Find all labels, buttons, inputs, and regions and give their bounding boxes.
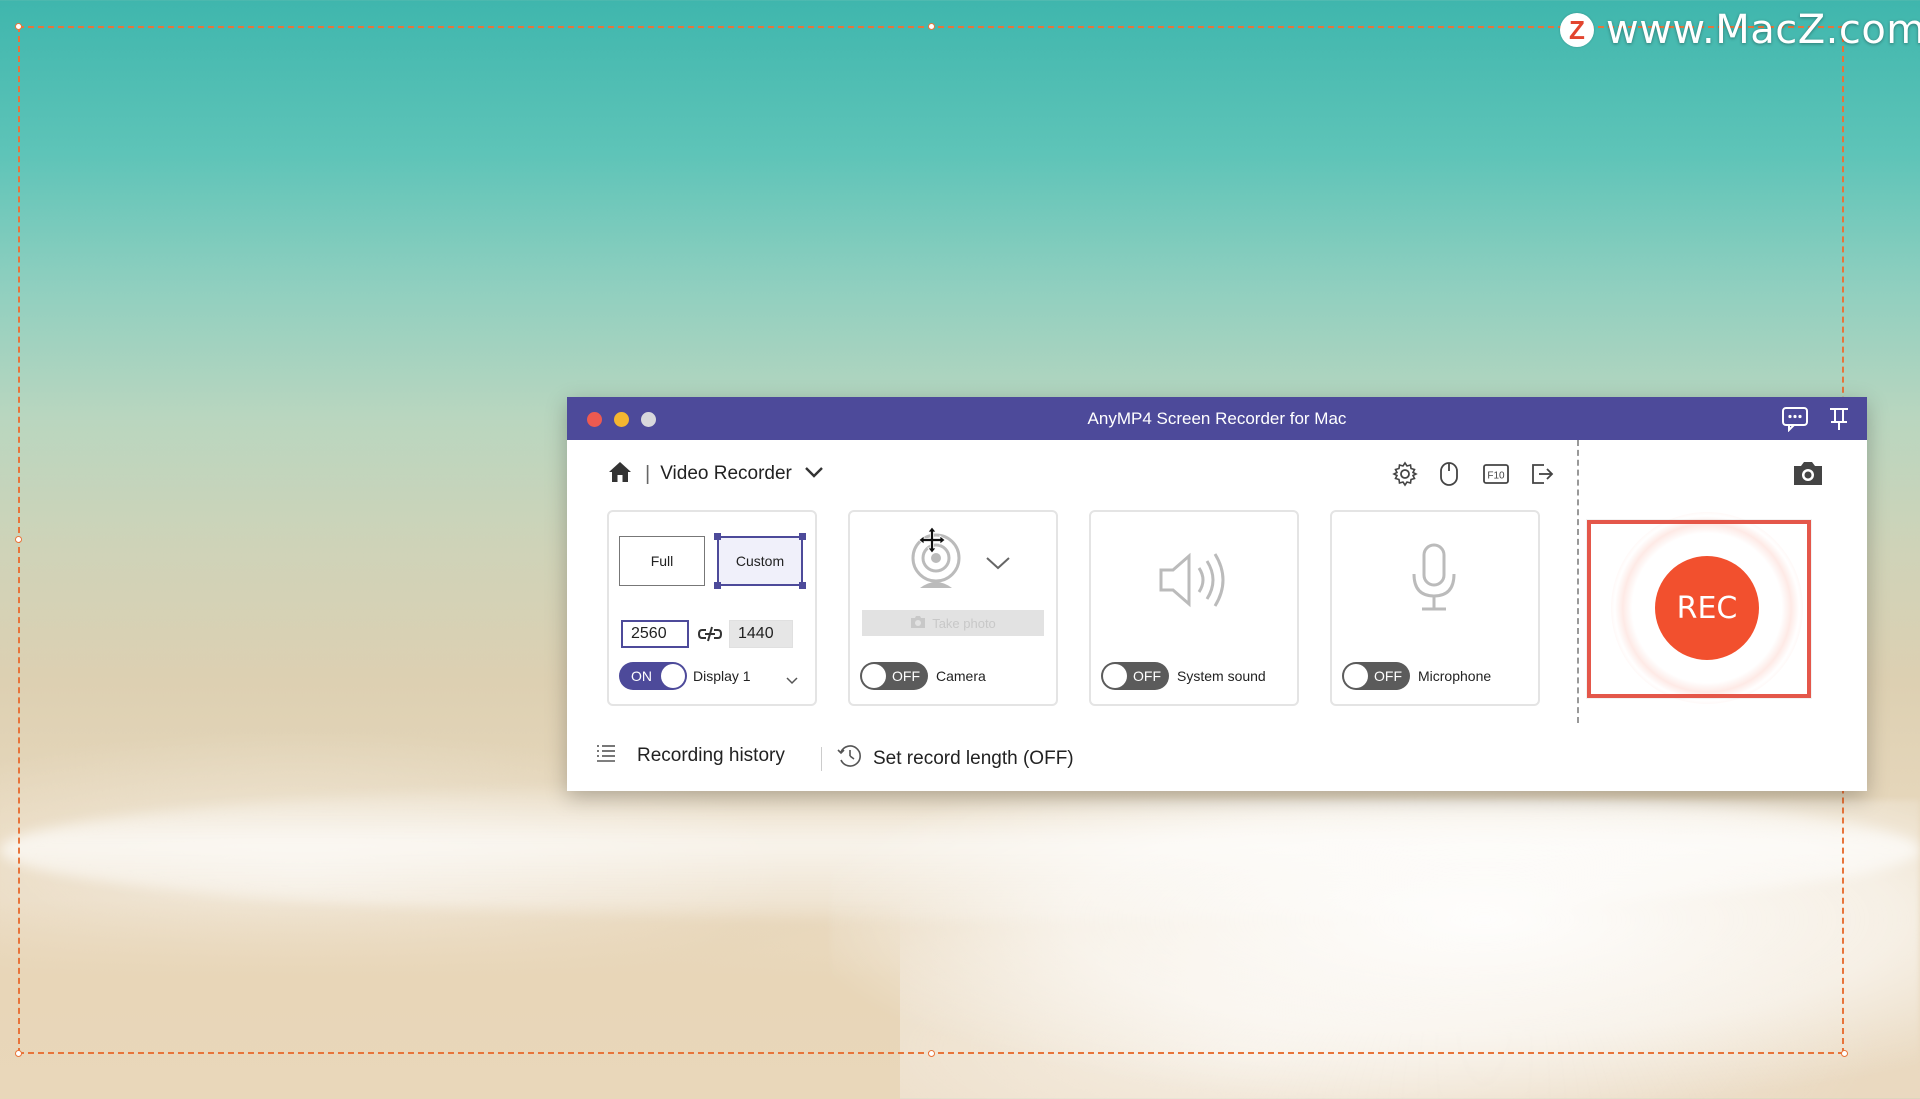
region-handle-top-left[interactable]	[15, 23, 22, 30]
custom-corner-dot	[799, 582, 806, 589]
toggle-knob	[862, 664, 886, 688]
camera-toggle[interactable]: OFF	[860, 662, 928, 690]
height-input[interactable]: 1440	[729, 620, 793, 648]
recording-history-button[interactable]: Recording history	[595, 743, 785, 769]
set-record-length-button[interactable]: Set record length (OFF)	[837, 743, 1074, 775]
toggle-knob	[661, 664, 685, 688]
region-handle-bottom-left[interactable]	[15, 1050, 22, 1057]
custom-label: Custom	[735, 553, 785, 569]
list-icon	[595, 743, 617, 769]
recorder-window: AnyMP4 Screen Recorder for Mac | Video R…	[567, 397, 1867, 791]
recording-history-label: Recording history	[637, 745, 785, 766]
move-cursor-icon	[918, 526, 946, 559]
speaker-icon[interactable]	[1155, 548, 1235, 617]
toggle-knob	[1344, 664, 1368, 688]
watermark: Z www.MacZ.com	[1560, 7, 1920, 53]
chevron-down-icon[interactable]	[804, 465, 824, 484]
mode-selector[interactable]: | Video Recorder	[607, 458, 824, 490]
record-area-card: Full Custom 2560 1440 ON Display 1	[607, 510, 817, 706]
region-handle-bottom-middle[interactable]	[928, 1050, 935, 1057]
width-input[interactable]: 2560	[621, 620, 689, 648]
toggle-knob	[1103, 664, 1127, 688]
system-sound-card: OFF System sound	[1089, 510, 1299, 706]
display-toggle-state: ON	[631, 668, 652, 684]
microphone-toggle-state: OFF	[1374, 668, 1402, 684]
link-ratio-icon[interactable]	[697, 625, 723, 648]
clock-icon	[837, 743, 863, 775]
take-photo-label: Take photo	[932, 615, 996, 631]
system-sound-toggle[interactable]: OFF	[1101, 662, 1169, 690]
title-bar[interactable]: AnyMP4 Screen Recorder for Mac	[567, 397, 1867, 440]
region-handle-bottom-right[interactable]	[1841, 1050, 1848, 1057]
mouse-icon[interactable]	[1434, 458, 1464, 490]
camera-card: Take photo OFF Camera	[848, 510, 1058, 706]
microphone-card: OFF Microphone	[1330, 510, 1540, 706]
microphone-label: Microphone	[1418, 668, 1492, 684]
exit-icon[interactable]	[1527, 458, 1557, 490]
nav-separator: |	[645, 462, 651, 485]
function-key-icon[interactable]: F10	[1481, 458, 1511, 490]
system-sound-toggle-state: OFF	[1133, 668, 1161, 684]
mode-label[interactable]: Video Recorder	[660, 463, 792, 485]
custom-corner-dot	[799, 533, 806, 540]
full-screen-button[interactable]: Full	[619, 536, 705, 586]
watermark-logo: Z	[1560, 13, 1594, 47]
watermark-text: www.MacZ.com	[1606, 7, 1920, 53]
window-title: AnyMP4 Screen Recorder for Mac	[1087, 409, 1347, 428]
microphone-toggle[interactable]: OFF	[1342, 662, 1410, 690]
camera-label: Camera	[936, 668, 986, 684]
microphone-icon[interactable]	[1408, 542, 1460, 619]
system-sound-label: System sound	[1177, 668, 1266, 684]
region-handle-top-middle[interactable]	[928, 23, 935, 30]
bottom-separator	[821, 747, 822, 771]
camera-toggle-state: OFF	[892, 668, 920, 684]
screenshot-camera-icon[interactable]	[1791, 458, 1825, 493]
chat-icon[interactable]	[1781, 406, 1809, 437]
custom-area-button[interactable]: Custom	[717, 536, 803, 586]
take-photo-button[interactable]: Take photo	[862, 610, 1044, 636]
pin-icon[interactable]	[1827, 406, 1851, 437]
custom-corner-dot	[714, 582, 721, 589]
bottom-bar: Recording history Set record length (OFF…	[567, 723, 1867, 791]
photo-camera-icon	[910, 615, 926, 632]
settings-gear-icon[interactable]	[1390, 458, 1420, 490]
svg-text:F10: F10	[1487, 471, 1505, 482]
camera-chevron-down-icon[interactable]	[984, 554, 1012, 577]
rec-button[interactable]: REC	[1655, 556, 1759, 660]
region-handle-middle-left[interactable]	[15, 536, 22, 543]
section-divider	[1577, 440, 1579, 723]
window-content: | Video Recorder F10 Full Custom 2560 14…	[567, 440, 1867, 791]
set-record-length-label: Set record length (OFF)	[873, 748, 1074, 769]
rec-highlight-box: REC	[1587, 512, 1811, 704]
home-icon[interactable]	[607, 460, 633, 489]
display-select-label[interactable]: Display 1	[693, 668, 751, 684]
display-chevron-down-icon[interactable]	[785, 672, 799, 690]
full-label: Full	[650, 553, 674, 569]
display-toggle[interactable]: ON	[619, 662, 687, 690]
custom-corner-dot	[714, 533, 721, 540]
